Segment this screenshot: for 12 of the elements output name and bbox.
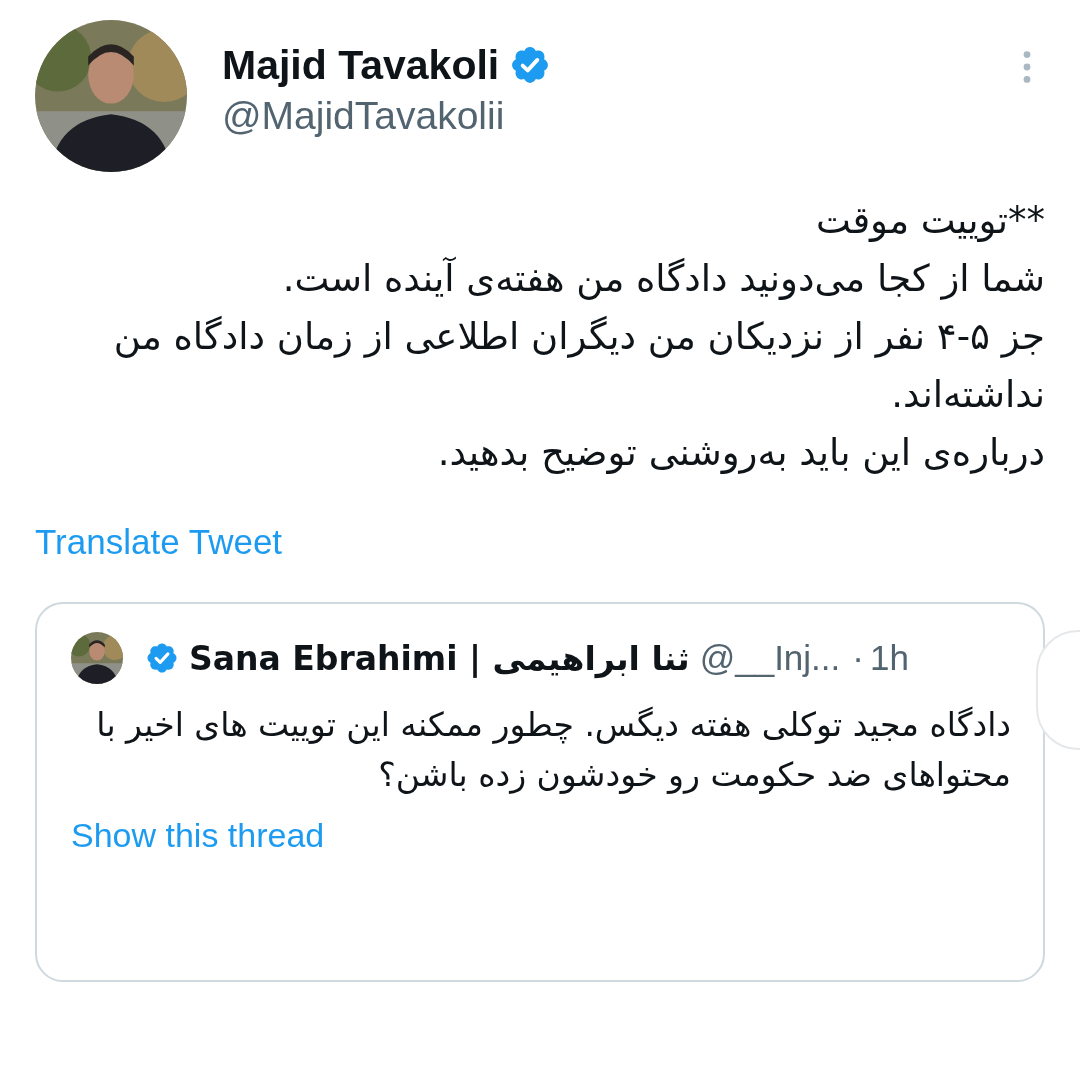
author-handle[interactable]: @MajidTavakolii: [222, 90, 505, 142]
separator-dot: ·: [852, 638, 864, 678]
tweet-text: جز ۵-۴ نفر از نزدیکان من دیگران اطلاعی از زمان دادگاه من نداشته‌اند.: [112, 314, 1045, 418]
tweet-text: شما از کجا می‌دونید دادگاه من هفته‌ی آینده است.: [281, 255, 1045, 302]
quoted-tweet-text: دادگاه مجید توکلی هفته دیگس. چطور ممکنه این توییت های اخیر با محتواهای ضد حکومت رو خودشون زده باشن؟: [95, 704, 1011, 796]
tweet-text: درباره‌ی این باید به‌روشنی توضیح بدهید.: [436, 430, 1045, 476]
more-options-icon[interactable]: [1021, 50, 1033, 84]
tweet-text: **توییت موقت: [815, 198, 1045, 244]
quoted-author-handle: @__Inj...: [699, 638, 841, 678]
author-name[interactable]: Majid Tavakoli: [222, 40, 500, 90]
quoted-author-name: Sana Ebrahimi | ثنا ابراهیمی: [189, 638, 690, 678]
quoted-time: 1h: [869, 638, 909, 678]
